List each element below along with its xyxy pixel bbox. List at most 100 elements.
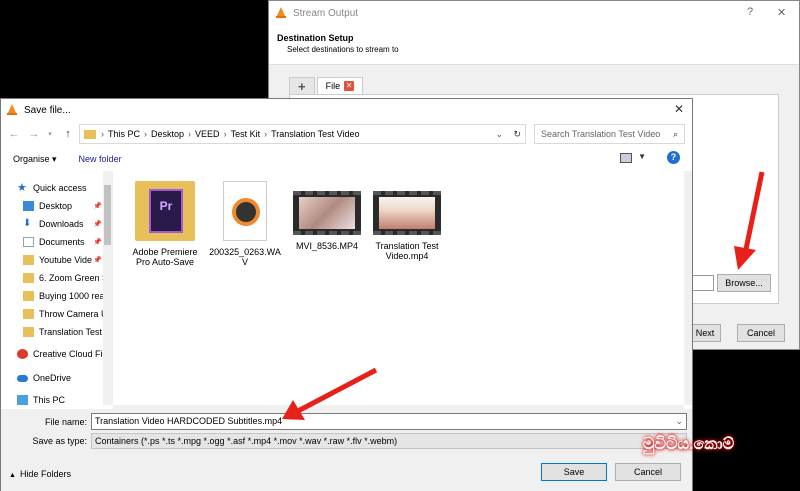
navigation-pane: ★ Quick access Desktop 📌 ⬇ Downloads 📌 Doc… [1,171,113,405]
breadcrumb-separator: › [264,129,268,139]
sidebar-item-onedrive[interactable]: OneDrive [17,371,71,385]
star-icon: ★ [17,182,27,194]
sidebar-item-label: Buying 1000 real [39,291,107,301]
close-icon[interactable]: ✕ [777,6,786,19]
file-list-vertical-scrollbar[interactable] [684,171,692,405]
new-folder-button[interactable]: New folder [79,154,122,164]
breadcrumb-separator: › [144,129,148,139]
sidebar-item-documents[interactable]: Documents [23,235,85,249]
file-name: MVI_8536.MP4 [295,241,359,251]
chevron-down-icon[interactable]: ▼ [638,152,646,161]
refresh-icon[interactable]: ↻ [513,129,521,140]
vlc-cone-icon [276,7,286,18]
cancel-button[interactable]: Cancel [615,463,681,481]
back-icon[interactable]: ← [7,128,21,140]
help-icon[interactable]: ? [667,151,680,164]
breadcrumb-separator: › [223,129,227,139]
audio-file-icon [223,181,267,241]
video-thumbnail [373,191,441,235]
vlc-cone-icon [7,104,17,115]
sidebar-item-throw-camera[interactable]: Throw Camera U [23,307,108,321]
folder-icon [23,327,34,337]
breadcrumb-item[interactable]: VEED [195,129,220,139]
plus-icon: + [298,78,306,94]
search-input[interactable]: Search Translation Test Video ⌕ [534,124,685,144]
video-thumbnail [293,191,361,235]
sidebar-item-buying[interactable]: Buying 1000 real [23,289,107,303]
pin-icon[interactable]: 📌 [93,202,102,210]
tab-add[interactable]: + [289,77,315,95]
sidebar-item-label: Translation Test V [39,327,111,337]
command-bar: Organise ▾ New folder ▼ ? [1,149,692,169]
sidebar-item-this-pc[interactable]: This PC [17,393,65,405]
premiere-logo-icon: Pr [149,189,183,233]
file-item-wav[interactable]: 200325_0263.WAV [209,181,281,267]
premiere-folder-icon: Pr [135,181,195,241]
pc-icon [17,395,28,405]
up-icon[interactable]: ↑ [61,128,75,140]
folder-icon [23,309,34,319]
stream-output-title: Stream Output [293,7,359,19]
sidebar-item-zoom[interactable]: 6. Zoom Green S [23,271,108,285]
breadcrumb-item[interactable]: Test Kit [231,129,261,139]
download-icon: ⬇ [23,218,32,229]
nav-scrollbar[interactable] [103,171,112,405]
save-button[interactable]: Save [541,463,607,481]
sidebar-item-creative-cloud[interactable]: Creative Cloud Fil [17,347,105,361]
forward-icon[interactable]: → [27,128,41,140]
sidebar-item-downloads[interactable]: ⬇ Downloads [23,217,84,231]
address-bar[interactable]: › This PC › Desktop › VEED › Test Kit › … [79,124,526,144]
onedrive-icon [17,374,28,382]
chevron-down-icon[interactable]: ⌄ [495,129,503,140]
desktop-icon [23,201,34,211]
tab-file-label: File [325,81,341,91]
tab-file[interactable]: File ✕ [316,77,364,95]
creative-cloud-icon [17,349,28,359]
file-item-translation-video[interactable]: Translation Test Video.mp4 [371,181,443,261]
watermark-text: මුවිටිය.කොම් [643,436,735,453]
hide-folders-label: Hide Folders [19,469,71,479]
close-icon[interactable]: ✕ [674,102,684,116]
file-item-premiere-folder[interactable]: Pr Adobe Premiere Pro Auto-Save [129,181,201,267]
sidebar-item-label: Throw Camera U [39,309,108,319]
file-name-value: Translation Video HARDCODED Subtitles.mp… [95,416,283,426]
file-item-mvi[interactable]: MVI_8536.MP4 [291,181,363,251]
hide-folders-toggle[interactable]: ▲ Hide Folders [9,469,71,479]
close-tab-icon[interactable]: ✕ [344,81,355,91]
recent-dropdown-icon[interactable]: ▾ [43,130,57,138]
sidebar-item-quick-access[interactable]: ★ Quick access [17,181,87,195]
chevron-down-icon[interactable]: ⌄ [675,414,683,429]
breadcrumb-separator: › [188,129,192,139]
sidebar-item-translation-test[interactable]: Translation Test V [23,325,111,339]
cancel-stream-button[interactable]: Cancel [737,324,785,342]
breadcrumb-item[interactable]: This PC [108,129,140,139]
destination-setup-subtitle: Select destinations to stream to [287,45,399,54]
nav-scrollbar-thumb[interactable] [104,185,111,245]
organise-button[interactable]: Organise ▾ [13,154,57,165]
help-icon[interactable]: ? [747,6,753,18]
view-options-icon[interactable] [620,153,632,163]
documents-icon [23,237,34,247]
save-as-type-value: Containers (*.ps *.ts *.mpg *.ogg *.asf … [95,436,398,446]
pin-icon[interactable]: 📌 [93,238,102,246]
video-frame [299,197,355,229]
sidebar-item-label: Youtube Vide [39,255,93,265]
save-dialog-title: Save file... [24,104,71,116]
pin-icon[interactable]: 📌 [93,256,102,264]
breadcrumb-item[interactable]: Desktop [151,129,184,139]
browse-button[interactable]: Browse... [717,274,771,292]
breadcrumb-separator: › [101,129,104,139]
sidebar-item-label: Desktop [39,201,73,211]
sidebar-item-label: 6. Zoom Green S [39,273,109,283]
address-bar-row: ← → ▾ ↑ › This PC › Desktop › VEED › Tes… [1,123,692,145]
next-button[interactable]: Next [689,324,721,342]
sidebar-item-label: This PC [33,395,66,405]
sidebar-item-label: Downloads [39,219,84,229]
pin-icon[interactable]: 📌 [93,220,102,228]
file-name-input[interactable]: Translation Video HARDCODED Subtitles.mp… [91,413,687,430]
sidebar-item-youtube[interactable]: Youtube Vide [23,253,92,267]
search-icon: ⌕ [672,128,678,139]
save-as-type-select[interactable]: Containers (*.ps *.ts *.mpg *.ogg *.asf … [91,433,687,449]
sidebar-item-desktop[interactable]: Desktop [23,199,72,213]
breadcrumb-item[interactable]: Translation Test Video [271,129,359,139]
